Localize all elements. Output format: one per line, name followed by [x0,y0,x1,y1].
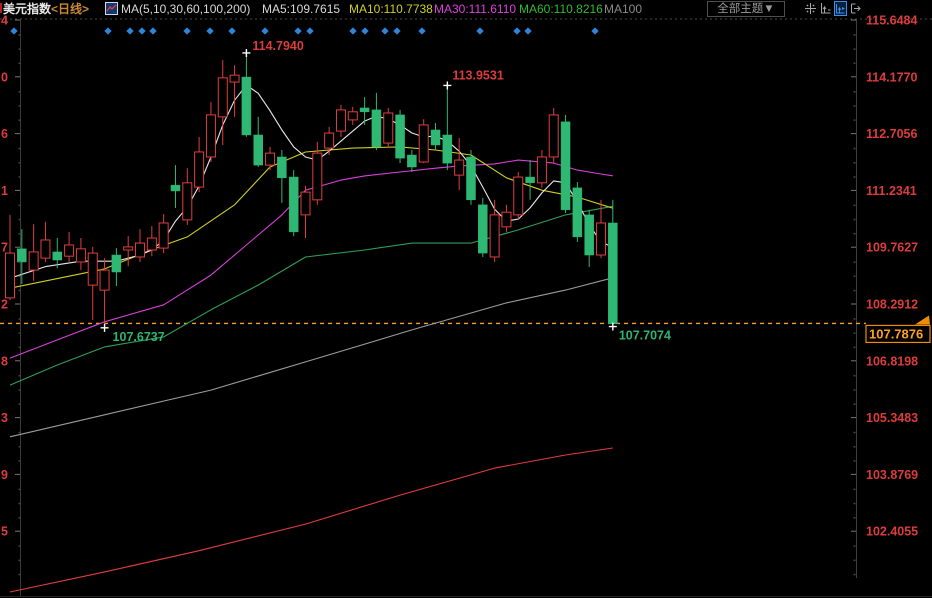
ma100-value: MA100 [604,2,642,17]
candlestick-chart[interactable]: 115.64844114.17700112.70566111.23411109.… [0,0,932,598]
left-axis-clipped-digit: 5 [1,525,8,539]
left-axis-clipped-digit: 1 [1,184,8,198]
price-annotation: 114.7940 [252,39,303,53]
right-axis-label: 109.7627 [866,241,918,255]
right-axis-label: 112.7056 [866,127,917,141]
clipped-digit [0,3,2,13]
right-axis-label: 103.8769 [866,468,918,482]
left-axis-clipped-digit: 9 [1,468,8,482]
left-axis-clipped-digit: 7 [1,241,8,255]
right-axis-label: 106.8198 [866,354,918,368]
ma10-value: MA10:110.7738 [349,2,433,17]
right-axis-label: 111.2341 [866,184,917,198]
left-axis-clipped-digit: 0 [1,70,8,84]
move-crosshair-icon[interactable] [804,1,817,16]
ma-formula: MA(5,10,30,60,100,200) [121,2,250,17]
price-annotation: 107.6737 [113,330,165,344]
ma30-value: MA30:111.6110 [434,2,516,17]
left-axis-clipped-digit: 3 [1,411,8,425]
theme-selector-button[interactable]: 全部主题▼ [707,1,785,17]
ma60-value: MA60:110.8216 [519,2,603,17]
exit-pane-icon[interactable] [849,1,862,16]
right-axis-label: 102.4055 [866,525,918,539]
trading-app: { "header": { "symbol": "美元指数", "period"… [0,0,932,598]
ma5-value: MA5:109.7615 [262,2,340,17]
price-annotation: 107.7074 [619,329,671,343]
symbol-title: 美元指数<日线> [3,2,89,17]
toolbar-icon-row [804,1,862,16]
mini-chart-icon [105,2,118,15]
period-label: <日线> [51,2,89,16]
price-annotation: 113.9531 [452,68,503,82]
current-price-box: 107.7876 [869,326,923,341]
right-axis-label: 114.1770 [866,70,917,84]
right-axis-label: 108.2912 [866,298,918,312]
right-axis-label: 115.6484 [866,14,917,28]
left-axis-clipped-digit: 2 [1,298,8,312]
axis-scale-icon[interactable] [819,1,832,16]
right-axis-label: 105.3483 [866,411,918,425]
axis-scale-active-icon[interactable] [834,1,847,16]
left-axis-clipped-digit: 8 [1,354,8,368]
left-axis-clipped-digit: 6 [1,127,8,141]
symbol-name: 美元指数 [3,2,51,16]
